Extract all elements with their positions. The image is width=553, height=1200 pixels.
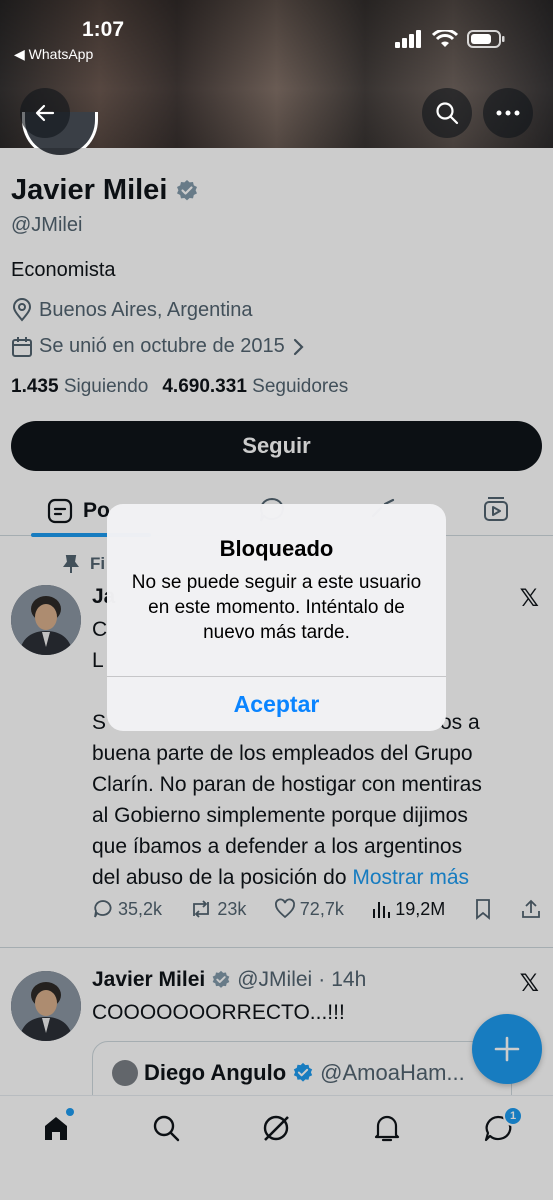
search-button[interactable]: [422, 88, 472, 138]
signal-icon: [395, 30, 421, 48]
wifi-icon: [432, 30, 458, 47]
status-time: 1:07: [82, 18, 125, 41]
alert-title: Bloqueado: [219, 536, 334, 561]
accept-button[interactable]: Aceptar: [107, 677, 446, 731]
ellipsis-icon: [496, 110, 520, 116]
status-icons: [395, 30, 505, 48]
back-button[interactable]: [20, 88, 70, 138]
profile-screen: 1:07 ◀ WhatsApp Javier Milei @JMilei Eco…: [0, 0, 553, 1200]
alert-message: No se puede seguir a este usuario en est…: [131, 572, 422, 643]
search-icon: [436, 102, 459, 125]
more-button[interactable]: [483, 88, 533, 138]
battery-icon: [467, 30, 505, 48]
arrow-left-icon: [35, 104, 55, 122]
back-to-whatsapp[interactable]: ◀ WhatsApp: [14, 46, 93, 63]
blocked-alert-dialog: Bloqueado No se puede seguir a este usua…: [107, 504, 446, 731]
